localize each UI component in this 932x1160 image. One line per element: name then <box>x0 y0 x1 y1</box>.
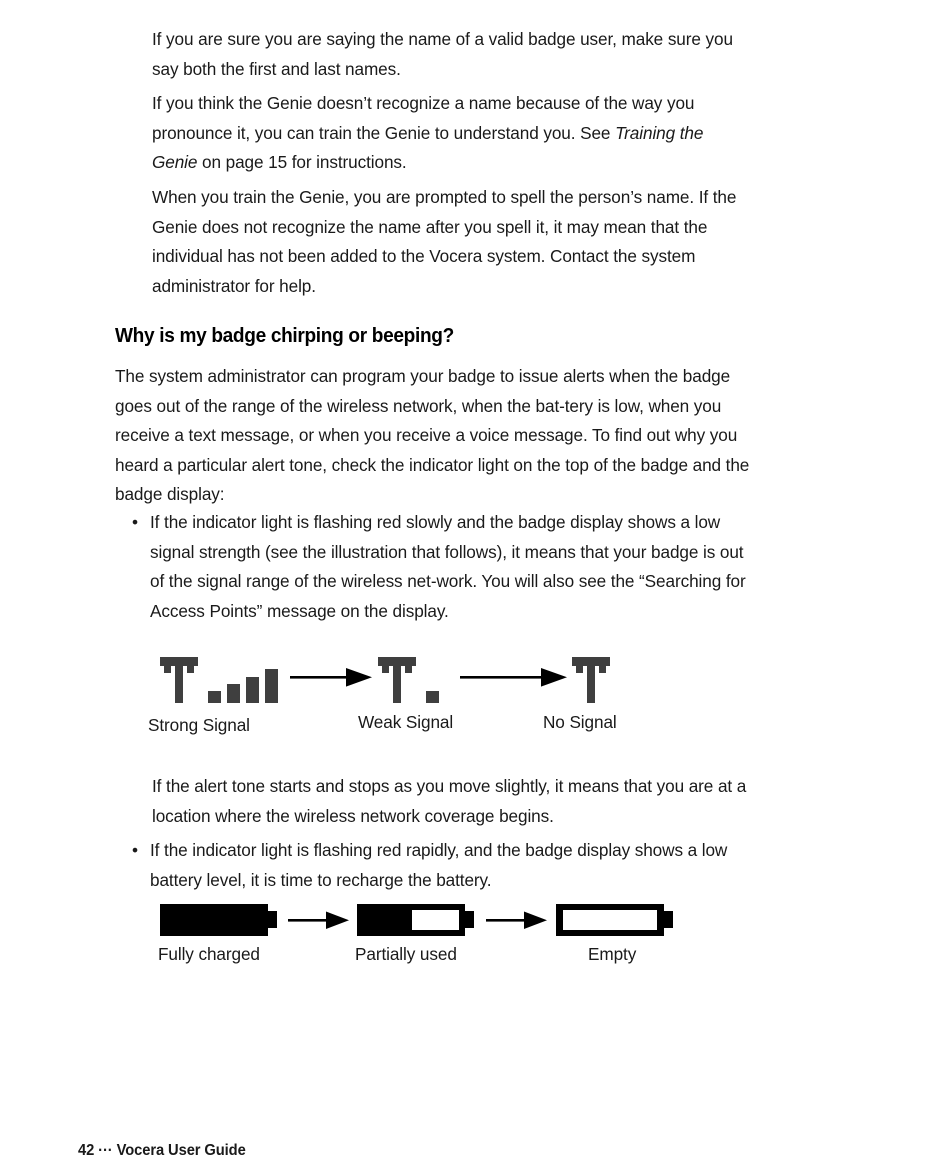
list-item-low-signal: • If the indicator light is flashing red… <box>132 508 757 626</box>
weak-signal-icon <box>378 657 439 703</box>
arrow-strong-to-weak <box>290 668 372 687</box>
caption-no-signal: No Signal <box>543 712 617 732</box>
battery-partial-icon <box>357 904 474 936</box>
bullet-marker-icon: • <box>132 512 138 532</box>
list-item-low-battery: • If the indicator light is flashing red… <box>132 836 757 895</box>
battery-empty-icon <box>556 904 673 936</box>
caption-fully-charged: Fully charged <box>158 944 260 964</box>
battery-level-diagram <box>160 904 673 936</box>
bullet-marker-icon: • <box>132 840 138 860</box>
paragraph-alert-tones-intro: The system administrator can program you… <box>115 366 750 504</box>
page-footer: 42 ··· Vocera User Guide <box>78 1142 246 1159</box>
battery-full-icon <box>160 904 277 936</box>
list-item-label: If the indicator light is flashing red r… <box>150 840 728 890</box>
document-page: If you are sure you are saying the name … <box>0 0 932 1159</box>
paragraph-training-the-genie: If you think the Genie doesn’t recognize… <box>152 89 752 178</box>
paragraph-2-text-before: If you think the Genie doesn’t recognize… <box>152 93 695 143</box>
caption-weak-signal: Weak Signal <box>358 712 454 732</box>
arrow-weak-to-none <box>460 668 567 687</box>
paragraph-alert-tone-edge-of-coverage: If the alert tone starts and stops as yo… <box>152 776 747 826</box>
caption-empty: Empty <box>588 944 637 964</box>
caption-partially-used: Partially used <box>355 944 457 964</box>
list-item-label: If the indicator light is flashing red s… <box>150 512 746 621</box>
no-signal-icon <box>572 657 610 703</box>
paragraph-valid-badge-user: If you are sure you are saying the name … <box>152 29 733 79</box>
strong-signal-icon <box>160 657 278 703</box>
paragraph-spell-the-name: When you train the Genie, you are prompt… <box>152 187 737 296</box>
caption-strong-signal: Strong Signal <box>148 715 250 735</box>
arrow-full-to-partial <box>288 911 349 929</box>
paragraph-2-text-after: on page 15 for instructions. <box>197 152 407 172</box>
arrow-partial-to-empty <box>486 911 547 929</box>
section-heading-chirping-beeping: Why is my badge chirping or beeping? <box>115 324 454 347</box>
